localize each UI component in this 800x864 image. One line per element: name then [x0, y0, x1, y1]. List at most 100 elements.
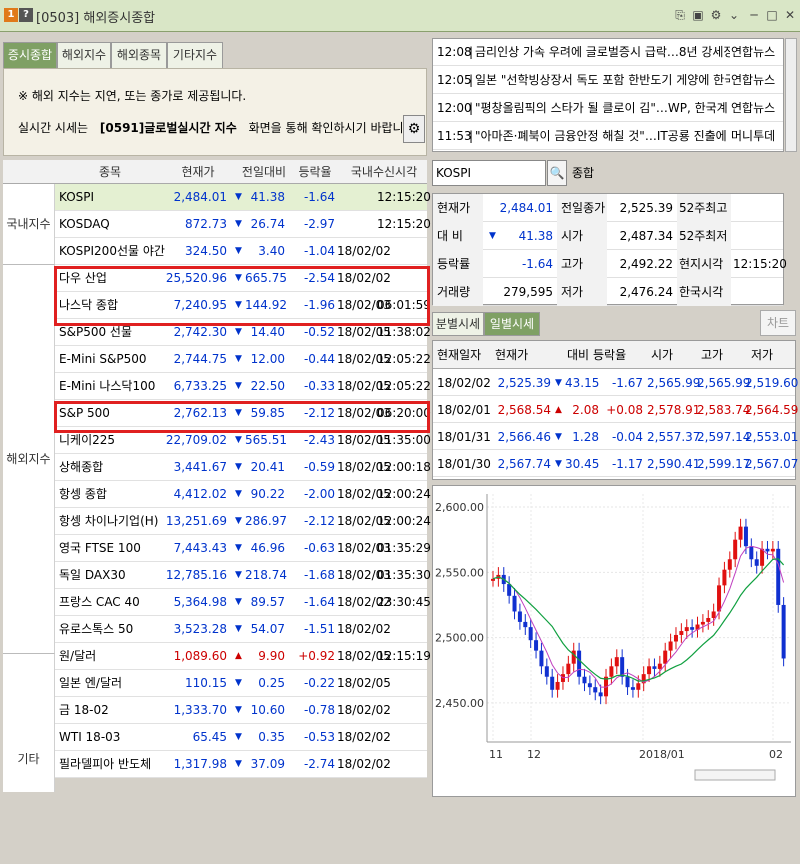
header-name[interactable]: 종목 [55, 160, 165, 184]
table-row[interactable]: 항셍 차이나기업(H) 13,251.69 ▼ 286.97 -2.12 18/02/05… [55, 508, 431, 535]
hist-open: 2,578.91 [647, 403, 701, 417]
price-chart[interactable]: 2,600.00 2,550.00 2,500.00 2,450.00 11 12 2018… [432, 485, 796, 797]
row-change: 20.41 [250, 460, 285, 474]
gear-icon[interactable]: ⚙ [403, 115, 425, 143]
row-name: KOSPI200선물 야간 [59, 244, 165, 258]
tab-foreign-stocks[interactable]: 해외종목 [111, 42, 167, 68]
category-other: 기타 [3, 654, 55, 792]
search-icon[interactable]: 🔍 [547, 160, 567, 186]
help-badge[interactable]: ? [19, 8, 33, 22]
row-price: 65.45 [192, 730, 227, 744]
x-tick-label: 2018/01 [639, 748, 685, 761]
table-row[interactable]: 상해종합 3,441.67 ▼ 20.41 -0.59 18/02/05 12:00:18 [55, 454, 431, 481]
quote-value: 2,487.34 [619, 229, 673, 243]
maximize-icon[interactable]: □ [764, 7, 780, 23]
chart-button[interactable]: 차트 [760, 310, 796, 336]
candle-body [625, 676, 630, 688]
table-row[interactable]: 원/달러 1,089.60 ▲ 9.90 +0.92 18/02/05 12:15:19 [55, 643, 431, 670]
news-item[interactable]: 12:00 | "평창올림픽의 스타가 될 클로이 김"…WP, 한국계 스노 연합뉴… [433, 95, 783, 122]
hist-price: 2,525.39 [497, 376, 551, 390]
history-row[interactable]: 18/02/02 2,525.39 ▼ 43.15 -1.67 2,565.99 2,565… [433, 369, 798, 396]
minimize-icon[interactable]: ─ [746, 7, 762, 23]
row-change: 37.09 [250, 757, 285, 771]
row-rate: -1.68 [303, 568, 335, 582]
header-recv-time[interactable]: 국내수신시각 [341, 160, 427, 184]
row-time: 12:00:24 [377, 487, 431, 501]
quote-value [733, 222, 781, 250]
hist-change: 2.08 [572, 403, 599, 417]
settings-icon[interactable]: ⚙ [708, 7, 724, 23]
header-rate[interactable]: 등락율 [285, 160, 345, 184]
quote-row: 등락률 -1.64 고가 2,492.22 현지시각 12:15:20 [433, 250, 787, 278]
tab-other-index[interactable]: 기타지수 [167, 42, 223, 68]
table-row[interactable]: 항셍 종합 4,412.02 ▼ 90.22 -2.00 18/02/05 12:00:24 [55, 481, 431, 508]
symbol-name: 종합 [572, 166, 595, 180]
link-icon[interactable]: ⎘ [672, 7, 688, 23]
table-row[interactable]: 영국 FTSE 100 7,443.43 ▼ 46.96 -0.63 18/02/03 01… [55, 535, 431, 562]
row-change: 0.25 [258, 676, 285, 690]
table-row[interactable]: 일본 엔/달러 110.15 ▼ 0.25 -0.22 18/02/05 [55, 670, 427, 697]
hist-header-change: 대비 [567, 348, 590, 362]
table-row[interactable]: KOSPI200선물 야간 324.50 ▼ 3.40 -1.04 18/02/02 [55, 238, 427, 265]
realtime-screen-link[interactable]: [0591]글로벌실시간 지수 [100, 121, 237, 135]
chart-zoom-slider[interactable] [694, 769, 776, 781]
table-row[interactable]: 금 18-02 1,333.70 ▼ 10.60 -0.78 18/02/02 [55, 697, 427, 724]
row-name: 독일 DAX30 [59, 568, 126, 582]
row-name: 일본 엔/달러 [59, 676, 123, 690]
row-name: E-Mini S&P500 [59, 352, 147, 366]
table-row[interactable]: E-Mini S&P500 2,744.75 ▼ 12.00 -0.44 18/02/05… [55, 346, 431, 373]
hist-high: 2,583.74 [697, 403, 751, 417]
window-title: [0503] 해외증시종합 [36, 11, 156, 26]
candle-body [781, 604, 786, 659]
table-row[interactable]: 독일 DAX30 12,785.16 ▼ 218.74 -1.68 18/02/03 01:… [55, 562, 431, 589]
history-row[interactable]: 18/01/30 2,567.74 ▼ 30.45 -1.17 2,590.41 2,599… [433, 450, 798, 477]
row-rate: -1.64 [303, 595, 335, 609]
highlight-sp500 [54, 401, 430, 433]
row-rate: -2.00 [303, 487, 335, 501]
news-item[interactable]: 12:08 | 금리인상 가속 우려에 글로벌증시 급락…8년 강세장 마 연합뉴스 [433, 39, 783, 66]
daily-history-table: 현재일자 현재가 대비 등락율 시가 고가 저가 18/02/02 2,525.3… [432, 340, 799, 480]
news-headline: "평창올림픽의 스타가 될 클로이 김"…WP, 한국계 스노 [475, 101, 730, 115]
tab-market-summary[interactable]: 증시종합 [3, 42, 57, 68]
candle-body [711, 611, 716, 618]
table-row[interactable]: 필라델피아 반도체 1,317.98 ▼ 37.09 -2.74 18/02/02 [55, 751, 427, 778]
candle-body [534, 640, 539, 651]
table-row[interactable]: E-Mini 나스닥100 6,733.25 ▼ 22.50 -0.33 18/02/05… [55, 373, 431, 400]
news-item[interactable]: 12:05 | 일본 "선학빙상장서 독도 포함 한반도기 게양에 한국에 연합뉴스 [433, 67, 783, 94]
news-item[interactable]: 11:53 | "아마존·폐북이 금융안정 해칠 것"…IT공룡 진출에 금융 머니투… [433, 123, 783, 150]
news-scrollbar[interactable] [785, 38, 797, 152]
notice-realtime-suffix: 화면을 통해 확인하시기 바랍니다. [248, 121, 419, 135]
history-row[interactable]: 18/02/01 2,568.54 ▲ 2.08 +0.08 2,578.91 2,583.… [433, 396, 799, 423]
tab-foreign-index[interactable]: 해외지수 [57, 42, 111, 68]
row-time: 12:15:20 [377, 190, 431, 204]
category-foreign: 해외지수 [3, 265, 55, 654]
symbol-input[interactable]: KOSPI [432, 160, 546, 186]
table-row[interactable]: WTI 18-03 65.45 ▼ 0.35 -0.53 18/02/02 [55, 724, 427, 751]
table-row[interactable]: 프랑스 CAC 40 5,364.98 ▼ 89.57 -1.64 18/02/02 23:… [55, 589, 431, 616]
row-price: 1,333.70 [173, 703, 227, 717]
table-row[interactable]: 유로스톡스 50 3,523.28 ▼ 54.07 -1.51 18/02/02 [55, 616, 427, 643]
table-row[interactable]: KOSPI 2,484.01 ▼ 41.38 -1.64 12:15:20 [55, 184, 431, 211]
quote-label: 한국시각 [677, 278, 731, 306]
screen-number-badge[interactable]: 1 [4, 8, 18, 22]
row-change: 54.07 [250, 622, 285, 636]
quote-row: 거래량 279,595 저가 2,476.24 한국시각 [433, 278, 783, 306]
hist-rate: -0.04 [611, 430, 643, 444]
quote-row: 대 비 ▼ 41.38 시가 2,487.34 52주최저 [433, 222, 783, 250]
row-time: 23:30:45 [377, 595, 431, 609]
close-icon[interactable]: ✕ [782, 7, 798, 23]
quote-value: 41.38 [518, 229, 553, 243]
history-row[interactable]: 18/01/31 2,566.46 ▼ 1.28 -0.04 2,557.37 2,597.… [433, 423, 798, 450]
row-change: 12.00 [250, 352, 285, 366]
screen-icon[interactable]: ▣ [690, 7, 706, 23]
chevron-down-icon[interactable]: ⌄ [726, 7, 742, 23]
table-row[interactable]: KOSDAQ 872.73 ▼ 26.74 -2.97 12:15:20 [55, 211, 431, 238]
row-name: 영국 FTSE 100 [59, 541, 141, 555]
row-change: 46.96 [250, 541, 285, 555]
hist-low: 2,564.59 [745, 403, 799, 417]
tab-minute-price[interactable]: 분별시세 [432, 312, 484, 336]
tab-daily-price[interactable]: 일별시세 [484, 312, 540, 336]
header-price[interactable]: 현재가 [165, 160, 231, 184]
candle-body [700, 621, 705, 625]
quote-row: 현재가 2,484.01 전일종가 2,525.39 52주최고 [433, 194, 783, 222]
